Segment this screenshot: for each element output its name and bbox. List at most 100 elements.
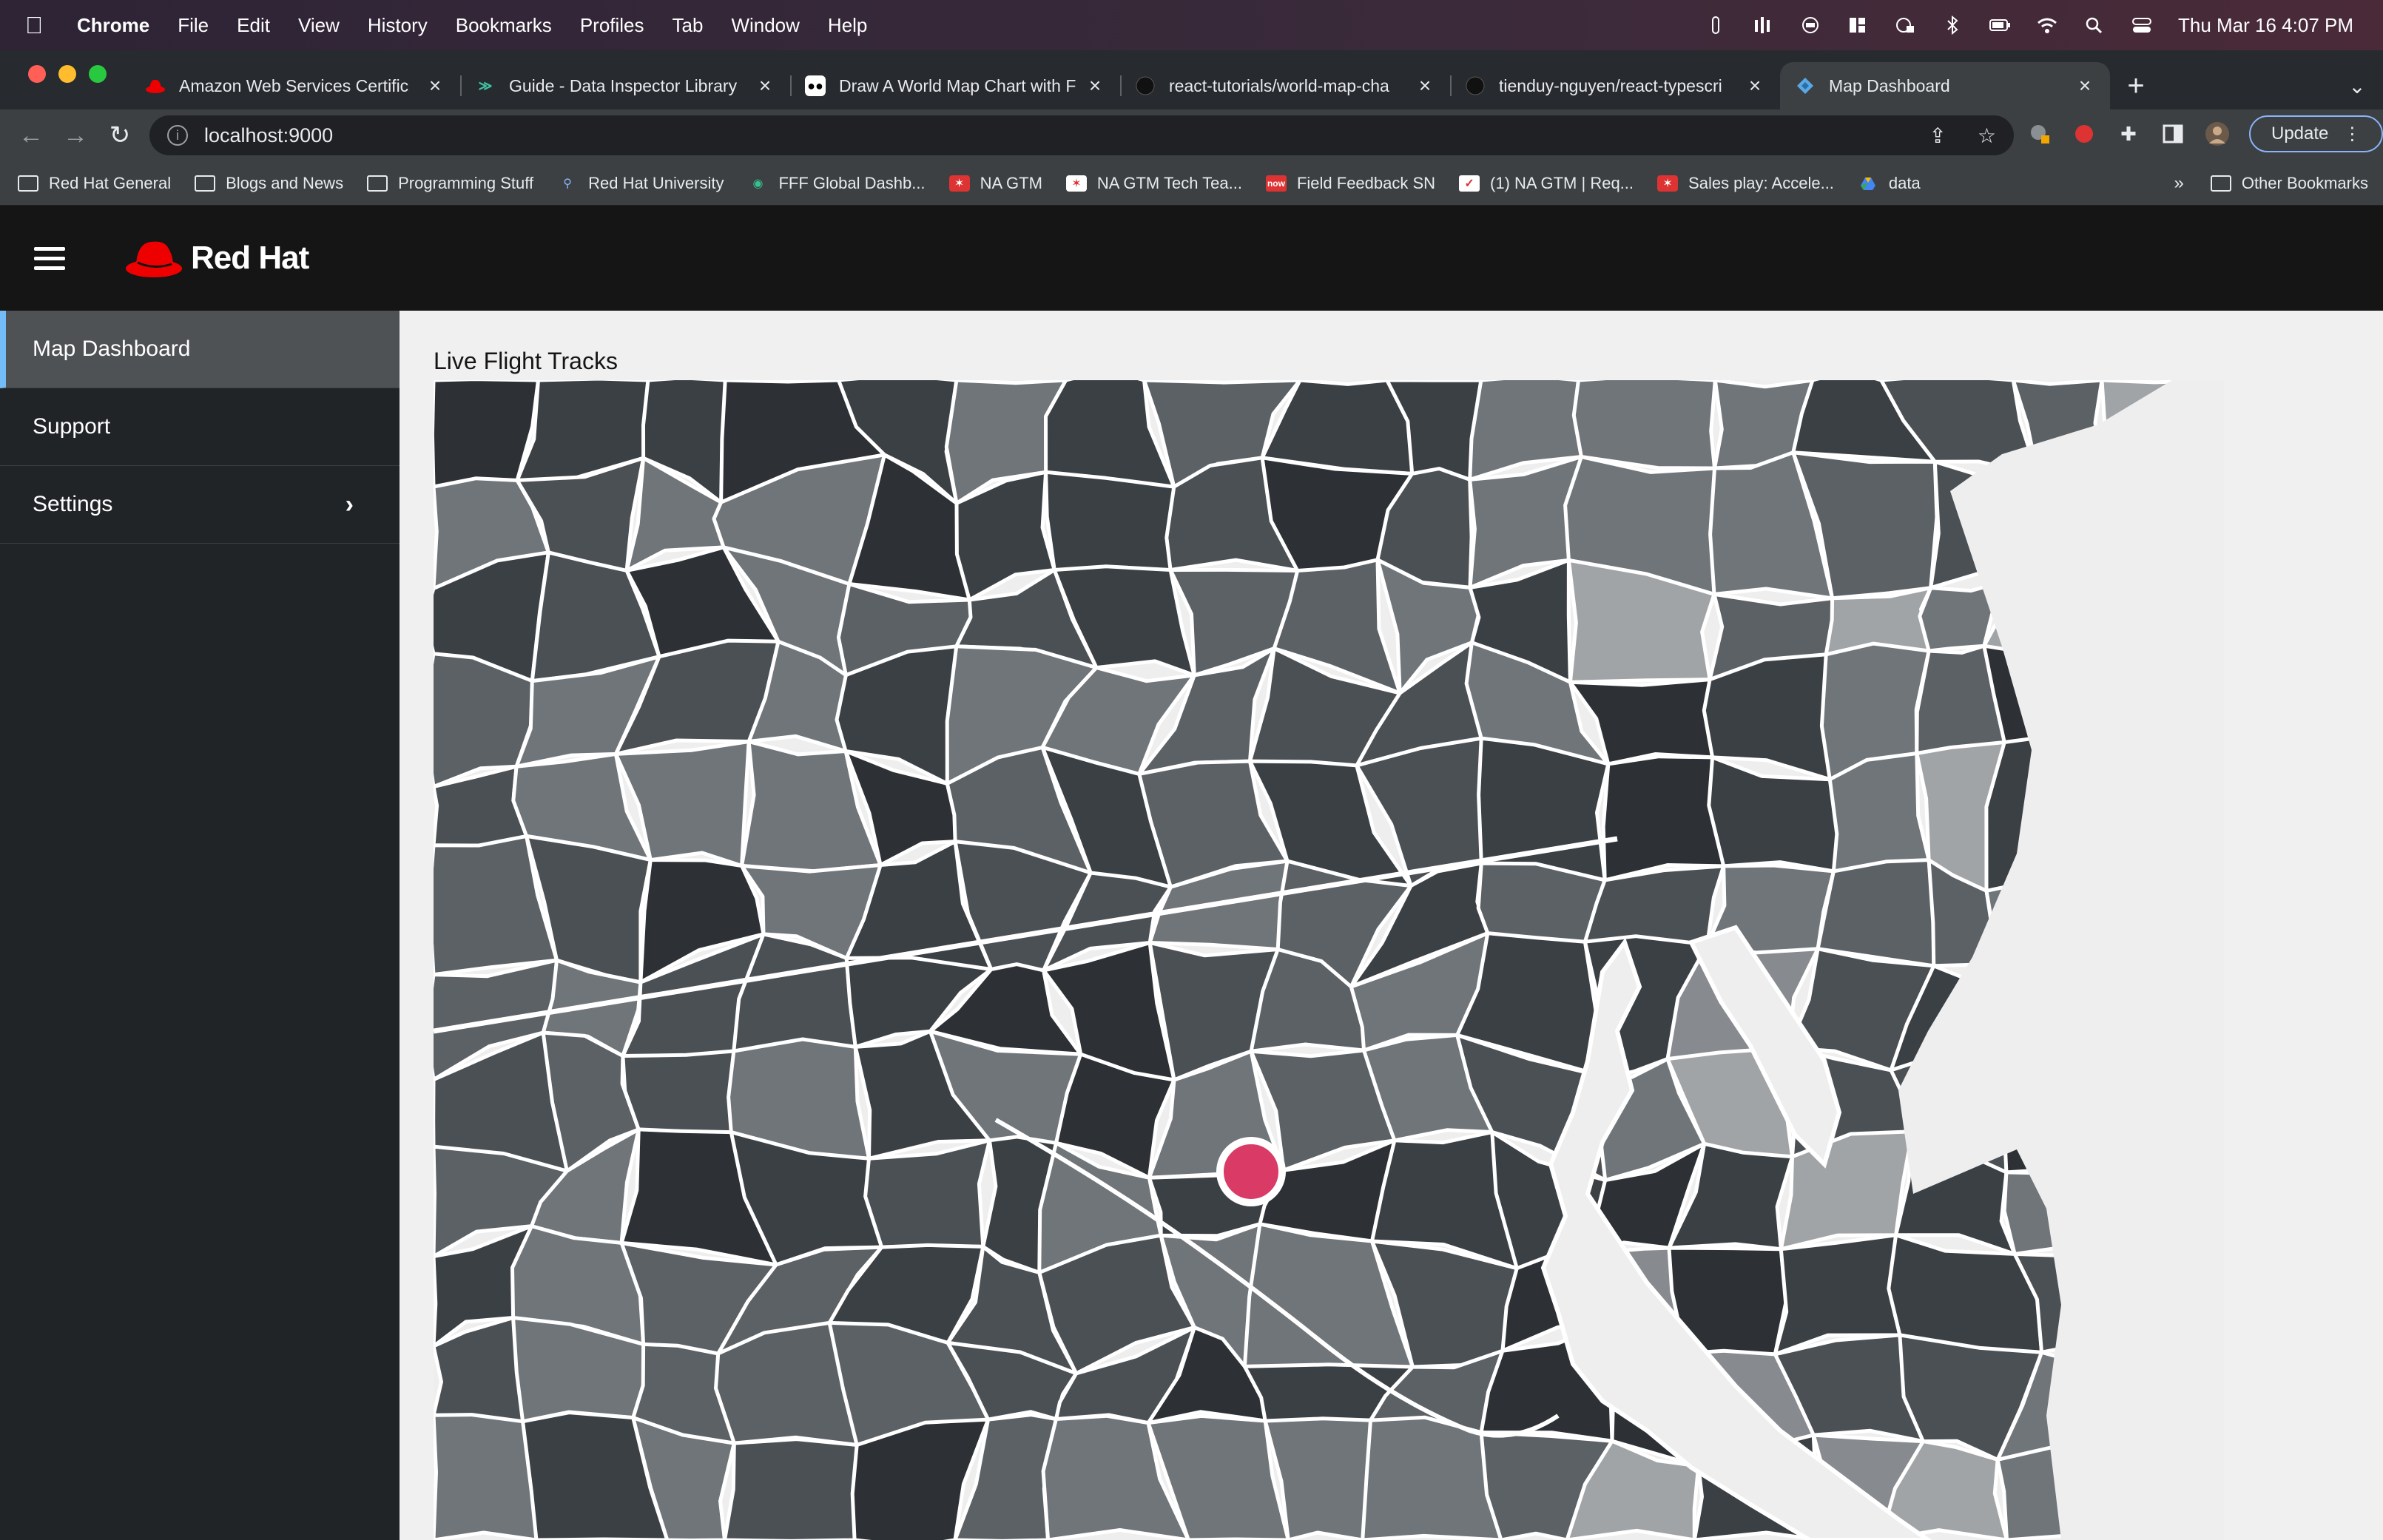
minimize-window-button[interactable] bbox=[58, 65, 76, 83]
github-favicon-icon bbox=[1135, 75, 1156, 96]
county-region[interactable] bbox=[1044, 470, 1183, 578]
address-url[interactable]: localhost:9000 bbox=[204, 124, 333, 147]
address-bar[interactable]: i localhost:9000 ⇪ ☆ bbox=[149, 115, 2014, 155]
menu-file[interactable]: File bbox=[178, 14, 209, 37]
grid-icon[interactable] bbox=[1847, 16, 1869, 35]
brand-name: Red Hat bbox=[191, 240, 309, 276]
bookmark-item[interactable]: ◉ FFF Global Dashb... bbox=[747, 173, 926, 193]
bookmark-label: FFF Global Dashb... bbox=[778, 173, 926, 192]
map-canvas[interactable] bbox=[434, 380, 2224, 1540]
bookmark-label: Programming Stuff bbox=[398, 173, 534, 192]
bookmark-item[interactable]: ✶ NA GTM bbox=[948, 174, 1042, 193]
bookmark-item[interactable]: Red Hat General bbox=[18, 174, 171, 193]
menu-bookmarks[interactable]: Bookmarks bbox=[456, 14, 552, 37]
display-icon[interactable] bbox=[1799, 16, 1821, 35]
menu-tab[interactable]: Tab bbox=[673, 14, 704, 37]
close-window-button[interactable] bbox=[28, 65, 46, 83]
forward-arrow-icon[interactable]: → bbox=[53, 113, 98, 158]
menu-edit[interactable]: Edit bbox=[237, 14, 270, 37]
bookmarks-bar: Red Hat General Blogs and News Programmi… bbox=[0, 161, 2383, 206]
browser-tab[interactable]: Amazon Web Services Certific × bbox=[130, 62, 460, 109]
sidebar-item-label: Support bbox=[33, 414, 111, 439]
browser-tab[interactable]: react-tutorials/world-map-cha × bbox=[1120, 62, 1450, 109]
bookmark-item[interactable]: data bbox=[1858, 174, 1921, 193]
reload-icon[interactable]: ↻ bbox=[98, 113, 142, 158]
focus-icon[interactable] bbox=[1894, 16, 1916, 35]
bookmark-item[interactable]: ✶ Sales play: Accele... bbox=[1657, 174, 1834, 193]
flight-marker[interactable] bbox=[1216, 1137, 1286, 1206]
county-region[interactable] bbox=[1816, 858, 1936, 968]
bookmark-item[interactable]: Blogs and News bbox=[195, 174, 343, 193]
close-tab-icon[interactable]: × bbox=[1745, 74, 1765, 98]
bookmark-item[interactable]: ✓ (1) NA GTM | Req... bbox=[1459, 174, 1634, 193]
close-tab-icon[interactable]: × bbox=[755, 74, 775, 98]
apple-menu-icon[interactable]:  bbox=[25, 12, 58, 39]
toolbar-extensions: ✚ Update ⋮ bbox=[2027, 115, 2383, 152]
pin-icon: ⚲ bbox=[563, 177, 572, 190]
sidebar-item-support[interactable]: Support bbox=[0, 388, 400, 466]
back-arrow-icon[interactable]: ← bbox=[9, 113, 53, 158]
menu-help[interactable]: Help bbox=[828, 14, 867, 37]
menu-history[interactable]: History bbox=[368, 14, 428, 37]
menu-view[interactable]: View bbox=[298, 14, 340, 37]
close-tab-icon[interactable]: × bbox=[1085, 74, 1105, 98]
menu-window[interactable]: Window bbox=[731, 14, 799, 37]
zoom-window-button[interactable] bbox=[89, 65, 107, 83]
sidebar-item-map-dashboard[interactable]: Map Dashboard bbox=[0, 311, 400, 388]
county-region[interactable] bbox=[723, 1437, 865, 1540]
bookmark-item[interactable]: ⚲ Red Hat University bbox=[557, 174, 724, 193]
kebab-menu-icon: ⋮ bbox=[2343, 124, 2362, 144]
menu-profiles[interactable]: Profiles bbox=[580, 14, 644, 37]
update-button[interactable]: Update ⋮ bbox=[2249, 115, 2383, 152]
side-panel-icon[interactable] bbox=[2160, 121, 2185, 146]
red-hat-logo[interactable]: Red Hat bbox=[124, 236, 309, 280]
menu-clock[interactable]: Thu Mar 16 4:07 PM bbox=[2178, 14, 2353, 37]
county-region[interactable] bbox=[863, 1138, 991, 1249]
spotlight-search-icon[interactable] bbox=[2083, 16, 2106, 35]
other-bookmarks[interactable]: Other Bookmarks bbox=[2210, 174, 2368, 193]
close-tab-icon[interactable]: × bbox=[425, 74, 445, 98]
macos-menu-bar:  Chrome File Edit View History Bookmark… bbox=[0, 0, 2383, 50]
sidebar-item-settings[interactable]: Settings › bbox=[0, 466, 400, 544]
star-icon: ✶ bbox=[1657, 175, 1679, 192]
county-region[interactable] bbox=[1476, 861, 1607, 945]
more-bookmarks-chevron-icon[interactable]: » bbox=[2174, 173, 2183, 194]
site-info-icon[interactable]: i bbox=[167, 125, 188, 146]
puzzle-extensions-icon[interactable]: ✚ bbox=[2116, 121, 2141, 146]
bars-icon[interactable] bbox=[1752, 16, 1774, 35]
bookmark-item[interactable]: ✶ NA GTM Tech Tea... bbox=[1065, 174, 1242, 193]
hamburger-menu-icon[interactable] bbox=[34, 246, 65, 270]
bookmark-label: Field Feedback SN bbox=[1296, 173, 1436, 192]
extension-icon[interactable] bbox=[2027, 121, 2052, 146]
browser-tab[interactable]: tienduy-nguyen/react-typescri × bbox=[1450, 62, 1780, 109]
browser-tab-active[interactable]: Map Dashboard × bbox=[1780, 62, 2110, 109]
chevron-right-icon: › bbox=[345, 490, 354, 519]
extension-icon[interactable] bbox=[2072, 121, 2097, 146]
paperclip-icon[interactable] bbox=[1705, 16, 1727, 35]
close-tab-icon[interactable]: × bbox=[1415, 74, 1435, 98]
control-center-icon[interactable] bbox=[2131, 16, 2153, 35]
screen:  Chrome File Edit View History Bookmark… bbox=[0, 0, 2383, 1540]
menu-app-name[interactable]: Chrome bbox=[77, 14, 149, 37]
county-region[interactable] bbox=[1571, 380, 1717, 470]
bookmark-item[interactable]: Programming Stuff bbox=[367, 174, 533, 193]
star-icon: ✶ bbox=[948, 175, 970, 192]
battery-icon[interactable] bbox=[1989, 16, 2011, 35]
new-tab-button[interactable]: + bbox=[2110, 62, 2162, 109]
bluetooth-icon[interactable] bbox=[1941, 16, 1964, 35]
update-label: Update bbox=[2271, 124, 2329, 143]
county-map[interactable] bbox=[434, 380, 2224, 1540]
bookmark-star-icon[interactable]: ☆ bbox=[1978, 124, 1996, 148]
bookmark-item[interactable]: now Field Feedback SN bbox=[1265, 173, 1436, 193]
browser-tab[interactable]: ≫ Guide - Data Inspector Library × bbox=[460, 62, 790, 109]
close-tab-icon[interactable]: × bbox=[2074, 74, 2095, 98]
share-icon[interactable]: ⇪ bbox=[1929, 124, 1946, 148]
county-region[interactable] bbox=[1601, 754, 1726, 882]
county-region[interactable] bbox=[621, 1049, 736, 1144]
profile-avatar[interactable] bbox=[2205, 121, 2230, 146]
tab-search-chevron-icon[interactable]: ⌄ bbox=[2331, 62, 2383, 109]
wifi-icon[interactable] bbox=[2036, 16, 2058, 35]
browser-tab[interactable]: ●● Draw A World Map Chart with F × bbox=[790, 62, 1120, 109]
medium-favicon-icon: ●● bbox=[805, 75, 826, 96]
county-region[interactable] bbox=[1827, 752, 1931, 878]
